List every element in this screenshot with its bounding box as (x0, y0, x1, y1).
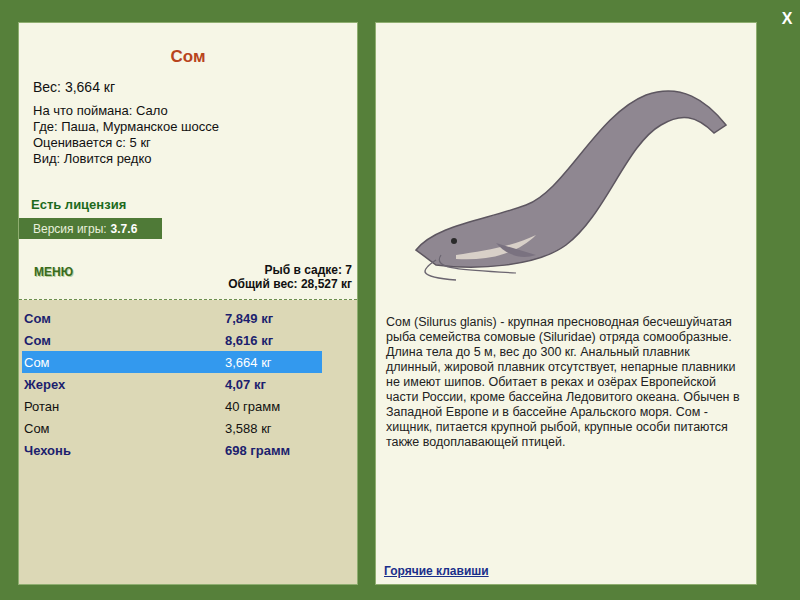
version-label: Версия игры: (33, 222, 107, 236)
catch-row[interactable]: Сом7,849 кг (22, 307, 322, 329)
fish-info-window: Сом Вес: 3,664 кг На что поймана: СалоГде:… (0, 0, 800, 600)
license-status: Есть лицензия (31, 197, 357, 212)
fish-detail: Где: Паша, Мурманское шоссе (33, 119, 357, 135)
fish-details: Сом Вес: 3,664 кг На что поймана: СалоГде:… (19, 23, 357, 300)
catch-row[interactable]: Чехонь698 грамм (22, 439, 322, 461)
fish-title: Сом (19, 47, 357, 67)
catch-row[interactable]: Жерех4,07 кг (22, 373, 322, 395)
catch-name: Ротан (24, 399, 225, 414)
catch-weight: 3,588 кг (225, 421, 272, 436)
fish-weight: Вес: 3,664 кг (33, 79, 357, 95)
close-column: X (774, 6, 800, 585)
catch-weight: 698 грамм (225, 443, 290, 458)
fish-description-panel: Сом (Silurus glanis) - крупная пресновод… (375, 22, 757, 585)
catch-weight: 3,664 кг (225, 355, 272, 370)
menu-row: МЕНЮ Рыб в садке: 7Общий вес: 28,527 кг (19, 239, 357, 300)
catch-row[interactable]: Сом3,588 кг (22, 417, 322, 439)
catch-weight: 4,07 кг (225, 377, 266, 392)
version-bar: Версия игры: 3.7.6 (19, 218, 162, 239)
fish-detail: Оценивается с: 5 кг (33, 135, 357, 151)
fish-detail-list: На что поймана: СалоГде: Паша, Мурманско… (33, 103, 357, 167)
catch-name: Чехонь (24, 443, 225, 458)
catch-weight: 7,849 кг (225, 311, 273, 326)
catch-name: Сом (24, 333, 225, 348)
catch-weight: 8,616 кг (225, 333, 273, 348)
keepnet-count: Рыб в садке: 7 (264, 263, 352, 277)
fish-description: Сом (Silurus glanis) - крупная пресновод… (384, 309, 748, 450)
menu-button[interactable]: МЕНЮ (34, 265, 73, 279)
catch-name: Жерех (24, 377, 225, 392)
keepnet-total: Общий вес: 28,527 кг (228, 277, 352, 291)
version-value: 3.7.6 (111, 222, 138, 236)
catch-row[interactable]: Ротан40 грамм (22, 395, 322, 417)
catch-row[interactable]: Сом8,616 кг (22, 329, 322, 351)
hotkeys-link[interactable]: Горячие клавиши (384, 564, 748, 578)
fish-detail: На что поймана: Сало (33, 103, 357, 119)
catfish-picture (396, 55, 736, 285)
fish-info-panel: Сом Вес: 3,664 кг На что поймана: СалоГде:… (18, 22, 358, 585)
catch-name: Сом (24, 421, 225, 436)
fish-detail: Вид: Ловится редко (33, 151, 357, 167)
catch-row[interactable]: Сом3,664 кг (22, 351, 322, 373)
catch-name: Сом (24, 311, 225, 326)
catch-list: Сом7,849 кгСом8,616 кгСом3,664 кгЖерех4,… (19, 300, 357, 584)
catch-name: Сом (24, 355, 225, 370)
close-button[interactable]: X (776, 6, 799, 32)
catch-weight: 40 грамм (225, 399, 280, 414)
fish-picture-box (384, 31, 748, 309)
keepnet-summary: Рыб в садке: 7Общий вес: 28,527 кг (228, 263, 352, 291)
